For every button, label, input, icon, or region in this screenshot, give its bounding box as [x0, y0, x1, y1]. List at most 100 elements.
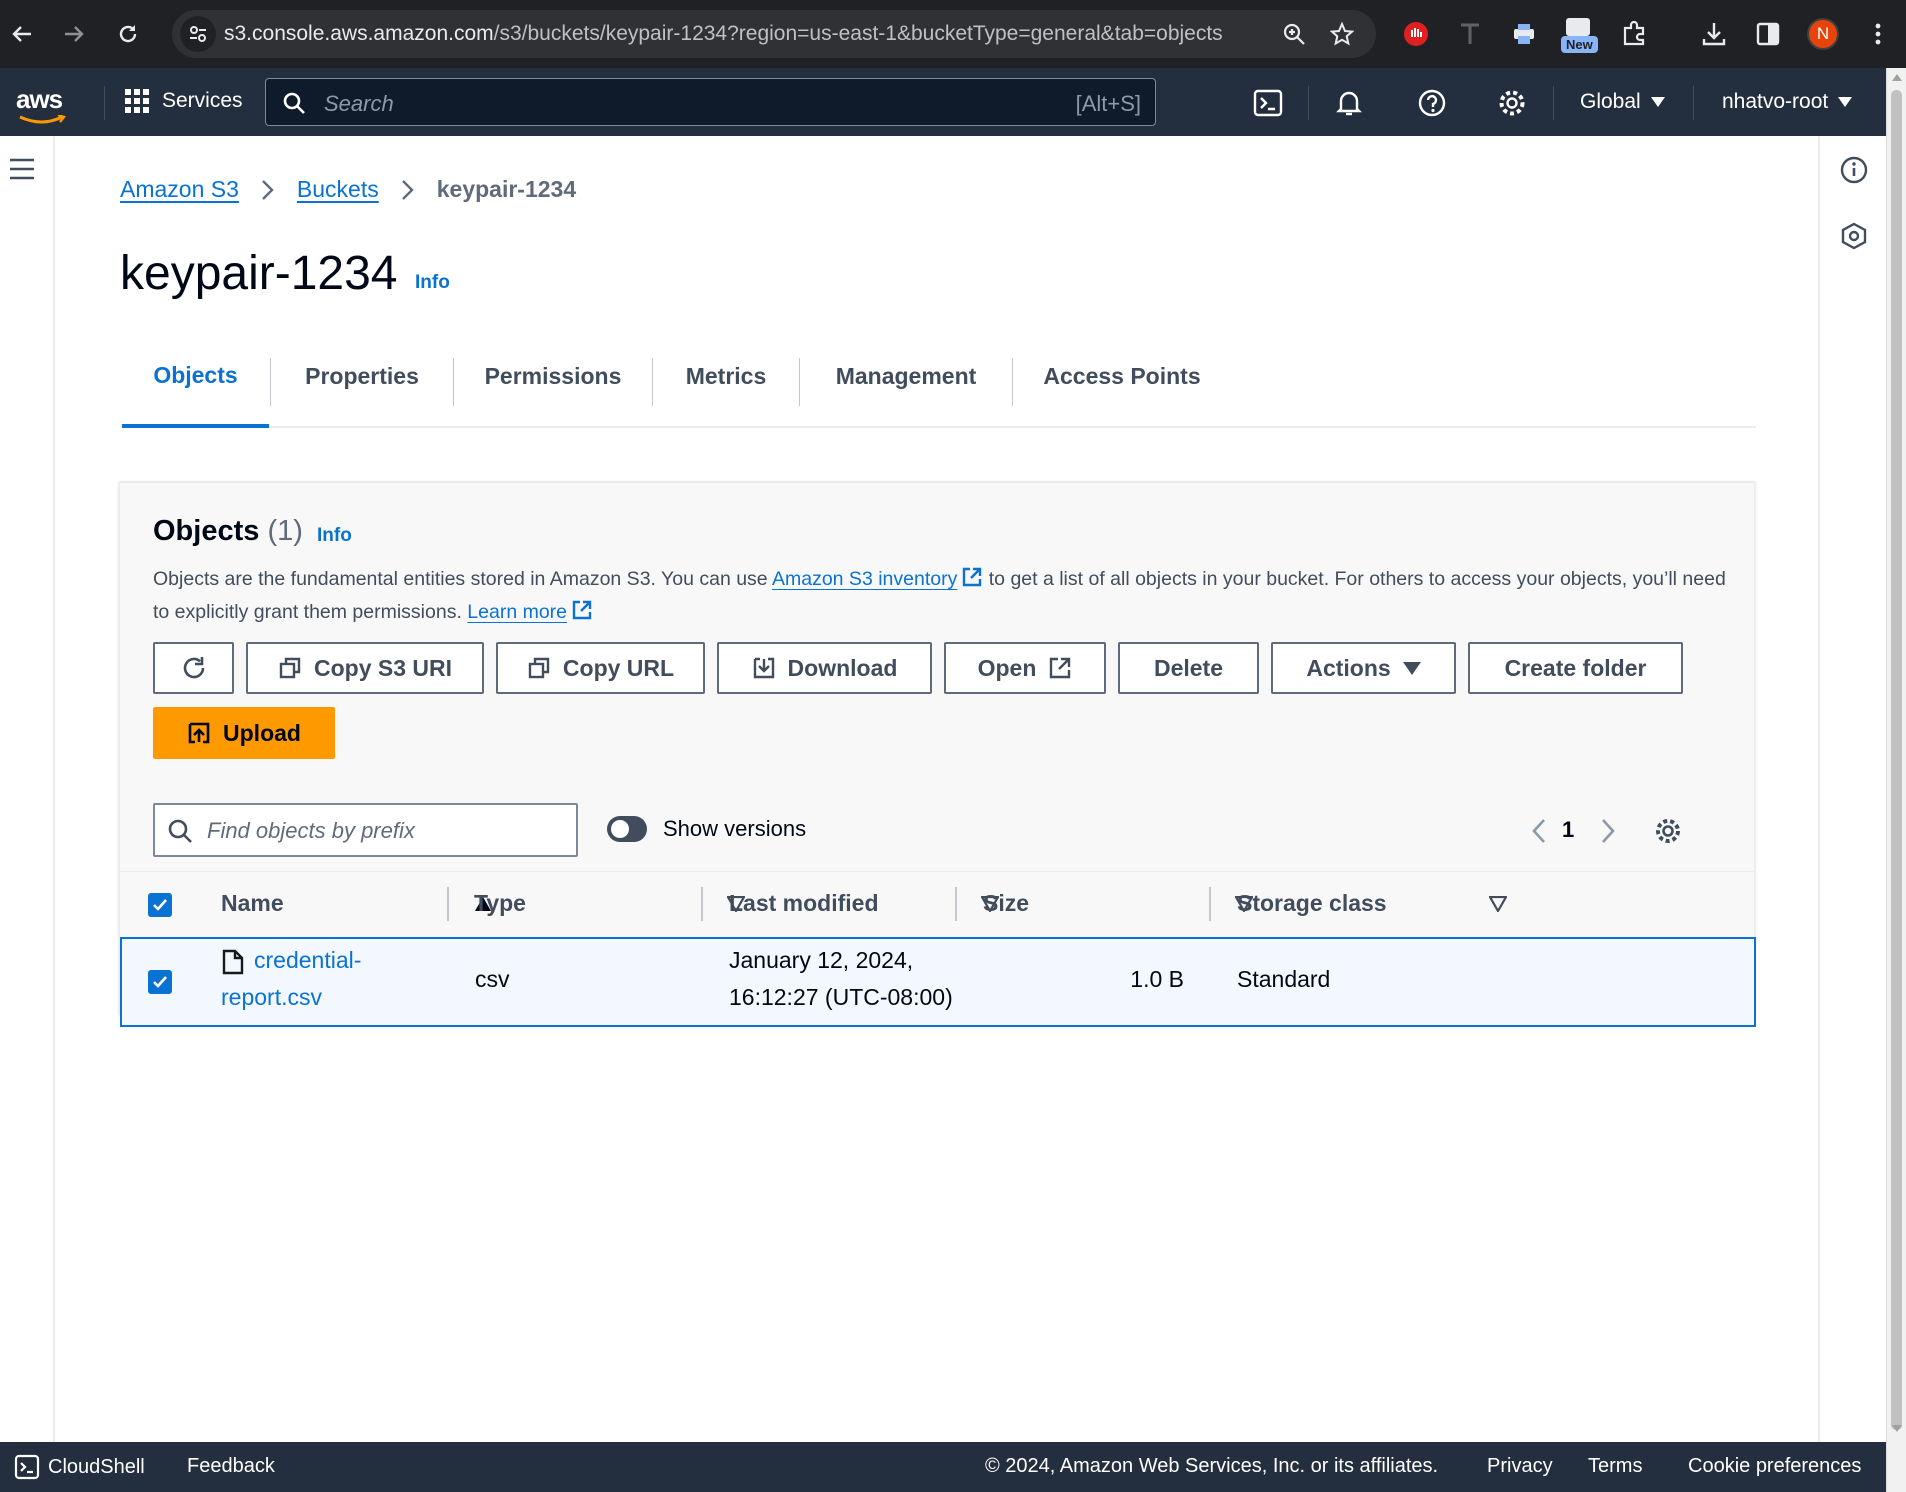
column-resizer[interactable]	[701, 887, 703, 921]
s3-inventory-link[interactable]: Amazon S3 inventory	[772, 568, 957, 590]
stop-extension-icon[interactable]	[1400, 18, 1432, 50]
scroll-thumb[interactable]	[1891, 90, 1902, 1430]
tab-access-points[interactable]: Access Points	[1014, 326, 1230, 426]
previous-page-button[interactable]	[1531, 818, 1547, 844]
tab-permissions[interactable]: Permissions	[455, 326, 651, 426]
arrow-left-icon	[12, 26, 31, 42]
table-row[interactable]: credential- report.csv csv January 12, 2…	[120, 937, 1756, 1027]
aws-logo-text: aws	[16, 84, 63, 114]
column-resizer[interactable]	[1209, 887, 1211, 921]
privacy-link[interactable]: Privacy	[1487, 1455, 1553, 1478]
copy-s3-uri-button[interactable]: Copy S3 URI	[246, 642, 484, 694]
show-versions-toggle[interactable]	[607, 816, 647, 842]
downloads-icon[interactable]	[1698, 18, 1730, 50]
upload-button[interactable]: Upload	[153, 707, 335, 759]
sort-descending-icon[interactable]	[1489, 896, 1507, 912]
browser-menu-icon[interactable]	[1862, 18, 1894, 50]
reload-icon	[119, 25, 137, 43]
download-button[interactable]: Download	[717, 642, 932, 694]
grid-icon	[125, 89, 149, 113]
help-icon[interactable]	[1417, 88, 1447, 118]
search-placeholder: Search	[324, 91, 394, 116]
column-resizer[interactable]	[955, 887, 957, 921]
cloudshell-icon[interactable]	[1253, 88, 1283, 118]
modified-date: January 12, 2024,	[729, 947, 914, 973]
breadcrumb-buckets[interactable]: Buckets	[297, 176, 379, 203]
scroll-up-arrow-icon[interactable]	[1892, 74, 1902, 81]
delete-button[interactable]: Delete	[1118, 642, 1259, 694]
terms-link[interactable]: Terms	[1588, 1455, 1642, 1478]
row-checkbox[interactable]	[148, 970, 172, 994]
forward-button[interactable]	[56, 16, 92, 52]
cloudshell-icon	[14, 1454, 40, 1480]
aws-search-input[interactable]: Search [Alt+S]	[265, 78, 1156, 126]
select-all-checkbox[interactable]	[148, 893, 172, 917]
side-panel-icon[interactable]	[1752, 18, 1784, 50]
scroll-down-arrow-icon[interactable]	[1892, 1425, 1902, 1432]
search-icon	[168, 819, 192, 843]
reload-button[interactable]	[110, 16, 146, 52]
hexagon-tools-icon[interactable]	[1840, 222, 1868, 250]
text-extension-icon[interactable]	[1454, 18, 1486, 50]
objects-table-header: Name Type Last modified Size Storage cla…	[120, 871, 1754, 937]
open-label: Open	[977, 654, 1037, 681]
open-button[interactable]: Open	[944, 642, 1106, 694]
caret-down-icon	[1402, 661, 1421, 675]
aws-smile-icon	[19, 115, 66, 124]
current-page-number[interactable]: 1	[1562, 817, 1574, 843]
account-menu[interactable]: nhatvo-root	[1722, 90, 1853, 114]
upload-icon	[188, 722, 210, 744]
column-last-modified[interactable]: Last modified	[729, 890, 879, 917]
objects-count: (1)	[267, 515, 303, 547]
site-info-button[interactable]	[180, 16, 216, 52]
back-button[interactable]	[4, 16, 40, 52]
page-scrollbar[interactable]	[1886, 68, 1906, 1492]
column-name[interactable]: Name	[221, 890, 284, 917]
next-page-button[interactable]	[1600, 818, 1616, 844]
settings-gear-icon[interactable]	[1497, 88, 1527, 118]
column-storage-class[interactable]: Storage class	[1237, 890, 1387, 917]
title-info-link[interactable]: Info	[415, 272, 450, 294]
copy-url-button[interactable]: Copy URL	[496, 642, 705, 694]
zoom-icon[interactable]	[1282, 22, 1306, 46]
feedback-link[interactable]: Feedback	[187, 1455, 275, 1478]
cloudshell-button[interactable]: CloudShell	[14, 1454, 145, 1480]
printer-extension-icon[interactable]	[1508, 18, 1540, 50]
aws-logo[interactable]: aws	[16, 84, 66, 124]
column-size[interactable]: Size	[983, 890, 1029, 917]
actions-dropdown[interactable]: Actions	[1271, 642, 1456, 694]
breadcrumb-current: keypair-1234	[436, 176, 577, 202]
learn-more-link[interactable]: Learn more	[467, 601, 567, 623]
breadcrumb-amazon-s3[interactable]: Amazon S3	[120, 176, 239, 203]
table-preferences-button[interactable]	[1654, 817, 1682, 845]
bookmark-star-icon[interactable]	[1330, 22, 1354, 46]
tab-objects[interactable]: Objects	[122, 326, 269, 428]
notifications-bell-icon[interactable]	[1334, 88, 1364, 118]
column-resizer[interactable]	[447, 887, 449, 921]
profile-avatar[interactable]: N	[1807, 18, 1839, 50]
new-badge: New	[1561, 36, 1598, 53]
refresh-button[interactable]	[153, 642, 234, 694]
create-folder-button[interactable]: Create folder	[1468, 642, 1683, 694]
actions-label: Actions	[1306, 654, 1391, 681]
column-type-label[interactable]: Type	[474, 890, 526, 917]
services-menu[interactable]: Services	[124, 88, 243, 114]
hamburger-menu-icon[interactable]	[9, 158, 35, 180]
extensions-puzzle-icon[interactable]	[1618, 18, 1650, 50]
checkmark-icon	[153, 976, 167, 988]
address-bar[interactable]: s3.console.aws.amazon.com/s3/buckets/key…	[172, 10, 1376, 58]
region-selector[interactable]: Global	[1580, 90, 1665, 114]
tab-properties[interactable]: Properties	[272, 326, 452, 426]
chevron-right-icon	[262, 179, 274, 200]
object-name-link[interactable]: credential- report.csv	[221, 942, 361, 1016]
info-panel-icon[interactable]	[1840, 156, 1868, 184]
nav-divider	[1308, 86, 1309, 120]
cookie-preferences-link[interactable]: Cookie preferences	[1688, 1455, 1861, 1478]
tab-management[interactable]: Management	[801, 326, 1011, 426]
object-name-line2: report.csv	[221, 984, 322, 1010]
find-objects-input[interactable]: Find objects by prefix	[153, 803, 578, 857]
url-host: s3.console.aws.amazon.com	[224, 22, 494, 45]
objects-info-link[interactable]: Info	[317, 525, 352, 547]
tab-metrics[interactable]: Metrics	[654, 326, 798, 426]
objects-heading-text: Objects	[153, 515, 260, 547]
